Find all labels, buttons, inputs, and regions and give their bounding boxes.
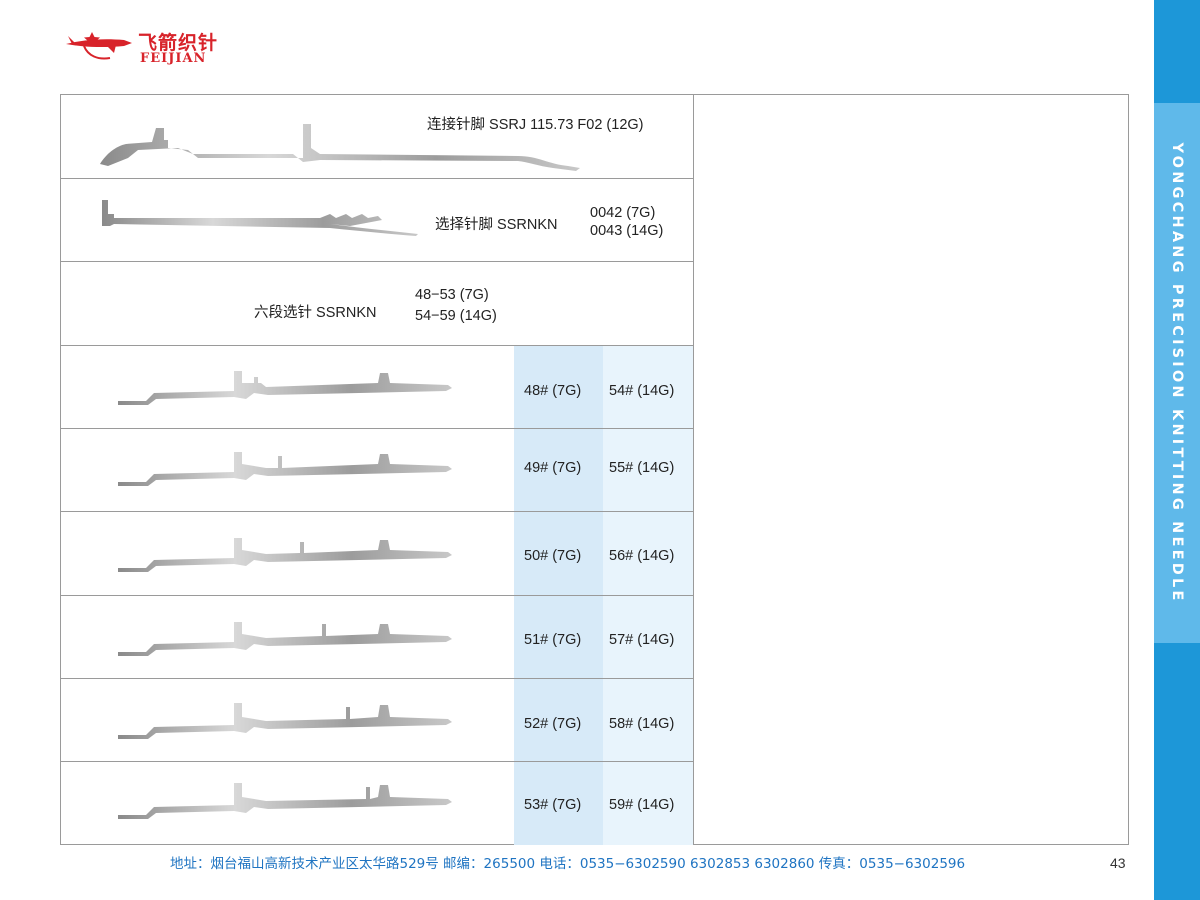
variant-7g-label: 48# (7G) [524,383,582,399]
variant-7g-label: 53# (7G) [524,797,582,813]
product-name-ssrj: 连接针脚 SSRJ 115.73 F02 (12G) [427,117,644,133]
row-divider [60,595,694,596]
variant-14g-label: 54# (14G) [609,383,675,399]
row-divider [60,511,694,512]
footer-contact: 地址：烟台福山高新技术产业区太华路529号 邮编：265500 电话：0535−… [170,856,966,872]
side-band-text: YONGCHANG PRECISION KNITTING NEEDLE [1169,142,1185,604]
product-code-7g: 0042 (7G) [590,205,656,221]
variant-14g-label: 59# (14G) [609,797,675,813]
page-number: 43 [1110,855,1126,871]
product-name-six-step: 六段选针 SSRNKN [254,305,377,321]
rocket-star-icon [66,32,132,60]
brand-logo: 飞箭织针 FEIJIAN [62,26,232,70]
needle-image-variant [118,538,452,572]
row-divider [60,678,694,679]
row-divider [60,178,694,179]
needle-image-variant [118,703,452,739]
variant-7g-label: 52# (7G) [524,716,582,732]
row-divider [60,261,694,262]
row-divider [60,761,694,762]
variant-7g-label: 51# (7G) [524,632,582,648]
variant-14g-label: 56# (14G) [609,548,675,564]
row-divider [60,428,694,429]
product-name-selector: 选择针脚 SSRNKN [435,217,558,233]
needle-image-variant [118,783,452,819]
variant-7g-label: 49# (7G) [524,460,582,476]
product-code-14g: 0043 (14G) [590,223,664,239]
product-range-7g: 48−53 (7G) [415,287,489,303]
brand-name-en: FEIJIAN [140,51,207,66]
variant-14g-label: 55# (14G) [609,460,675,476]
variant-14g-label: 58# (14G) [609,716,675,732]
row-divider [60,345,694,346]
needle-image-selector [102,200,418,236]
variant-14g-label: 57# (14G) [609,632,675,648]
product-range-14g: 54−59 (14G) [415,308,497,324]
needle-image-variant [118,622,452,656]
variant-7g-label: 50# (7G) [524,548,582,564]
needle-image-variant [118,371,452,405]
needle-image-variant [118,452,452,486]
